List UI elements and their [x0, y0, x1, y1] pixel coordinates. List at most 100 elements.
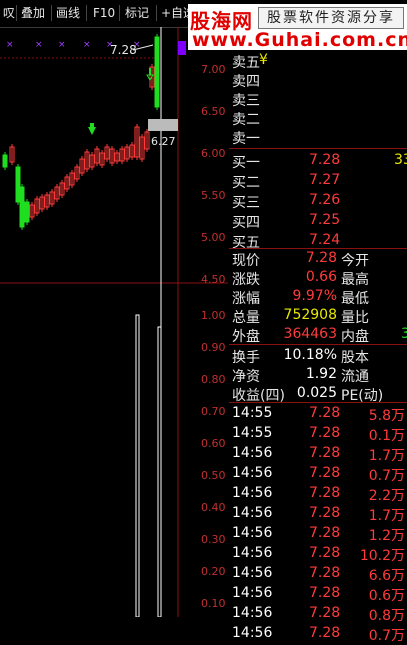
tick-price: 7.28: [309, 525, 341, 541]
tick-time: 14:55: [232, 425, 273, 441]
volume-tick-label: 0.60: [201, 437, 226, 450]
buy-level-price: 7.27: [309, 172, 341, 188]
volume-tick-label: 0.10: [201, 597, 226, 610]
toolbar-draw-button[interactable]: 画线: [53, 4, 83, 22]
tick-row[interactable]: 14:56 7.28 2.2万: [229, 483, 407, 504]
candle-body: [2, 154, 8, 168]
sell-level-row[interactable]: 卖四: [229, 69, 407, 90]
tick-volume: 10.2万: [359, 548, 405, 564]
toolbar-overlay-button[interactable]: 叠加: [18, 4, 48, 22]
buy-level-label: 买二: [232, 175, 260, 191]
tick-volume: 1.2万: [368, 528, 405, 544]
tick-volume: 0.6万: [368, 588, 405, 604]
tick-volume: 0.7万: [368, 468, 405, 484]
tick-time: 14:56: [232, 565, 273, 581]
sell-level-row[interactable]: 卖三: [229, 88, 407, 109]
tick-price: 7.28: [309, 485, 341, 501]
fundamental-row[interactable]: 换手 10.18% 股本: [229, 345, 407, 366]
tick-row[interactable]: 14:55 7.28 5.8万: [229, 403, 407, 424]
volume-tick-label: 1.00: [201, 309, 226, 322]
watermark-slogan: 股票软件资源分享: [258, 7, 404, 29]
tick-row[interactable]: 14:56 7.28 1.2万: [229, 523, 407, 544]
tick-volume: 2.2万: [368, 488, 405, 504]
tick-time: 14:56: [232, 525, 273, 541]
buy-level-label: 买三: [232, 195, 260, 211]
tick-volume: 0.1万: [368, 428, 405, 444]
candle-body: [154, 36, 160, 108]
quote-value-2: 3: [401, 326, 407, 342]
tick-volume: 1.7万: [368, 448, 405, 464]
buy-level-row[interactable]: 买四 7.25: [229, 210, 407, 231]
sell-level-row[interactable]: 卖五 ¥: [229, 50, 407, 71]
quote-row[interactable]: 现价 7.28 今开: [229, 248, 407, 269]
tick-time: 14:56: [232, 605, 273, 621]
fundamental-value: 10.18%: [283, 347, 337, 363]
quote-value: 752908: [283, 307, 337, 323]
tick-volume: 1.7万: [368, 508, 405, 524]
volume-tick-label: 0.70: [201, 405, 226, 418]
buy-level-price: 7.25: [309, 212, 341, 228]
sell-level-label: 卖一: [232, 131, 260, 147]
tick-time: 14:56: [232, 465, 273, 481]
fundamental-row[interactable]: 净资 1.92 流通: [229, 364, 407, 385]
fundamental-row[interactable]: 收益(四) 0.025 PE(动): [229, 383, 407, 404]
tick-price: 7.28: [309, 505, 341, 521]
tick-time: 14:56: [232, 585, 273, 601]
quote-value: 364463: [283, 326, 337, 342]
toolbar-f10-button[interactable]: F10: [90, 4, 118, 22]
tick-price: 7.28: [309, 465, 341, 481]
volume-tick-label: 0.90: [201, 341, 226, 354]
kline-chart-svg: × × × × × × 7.28 6.27 7.006.506.005.505.004.5…: [0, 27, 228, 618]
tick-price: 7.28: [309, 545, 341, 561]
tick-row[interactable]: 14:56 7.28 0.7万: [229, 463, 407, 484]
quote-value: 9.97%: [292, 288, 337, 304]
tick-row[interactable]: 14:56 7.28 1.7万: [229, 503, 407, 524]
kline-chart[interactable]: × × × × × × 7.28 6.27 7.00 6.50 6.00 5.50 5.00 4.5…: [0, 27, 228, 618]
tick-row[interactable]: 14:56 7.28 10.2万: [229, 543, 407, 564]
quote-row[interactable]: 涨跌 0.66 最高: [229, 267, 407, 288]
tick-price: 7.28: [309, 605, 341, 621]
tick-row[interactable]: 14:56 7.28 6.6万: [229, 563, 407, 584]
tick-price: 7.28: [309, 445, 341, 461]
fundamental-value: 1.92: [305, 366, 337, 382]
sell-level-row[interactable]: 卖一: [229, 126, 407, 147]
sell-level-row[interactable]: 卖二: [229, 107, 407, 128]
tick-row[interactable]: 14:55 7.28 0.1万: [229, 423, 407, 444]
tick-volume: 0.7万: [368, 628, 405, 644]
tick-row[interactable]: 14:56 7.28 0.7万: [229, 623, 407, 644]
buy-level-row[interactable]: 买二 7.27: [229, 170, 407, 191]
quote-label: 外盘: [232, 329, 260, 345]
buy-level-price: 7.24: [309, 232, 341, 248]
buy-level-volume: 33: [394, 152, 407, 168]
sell-level-price: ¥: [259, 52, 268, 68]
tick-price: 7.28: [309, 565, 341, 581]
price-tick-label: 6.00: [201, 147, 226, 160]
tick-time: 14:56: [232, 505, 273, 521]
tick-row[interactable]: 14:56 7.28 0.6万: [229, 583, 407, 604]
quote-row[interactable]: 外盘 364463 内盘 3: [229, 324, 407, 345]
tick-row[interactable]: 14:56 7.28 1.7万: [229, 443, 407, 464]
toolbar-mark-button[interactable]: 标记: [122, 4, 152, 22]
volume-bar: [157, 326, 162, 618]
tick-time: 14:56: [232, 545, 273, 561]
fundamental-value: 0.025: [296, 385, 337, 401]
tick-row[interactable]: 14:56 7.28 0.8万: [229, 603, 407, 624]
price-tick-label: 4.50: [201, 273, 226, 286]
buy-level-row[interactable]: 买一 7.28 33: [229, 150, 407, 171]
tick-price: 7.28: [309, 425, 341, 441]
volume-tick-label: 0.30: [201, 533, 226, 546]
quote-row[interactable]: 总量 752908 量比: [229, 305, 407, 326]
buy-level-row[interactable]: 买三 7.26: [229, 190, 407, 211]
down-arrow-icon: [88, 127, 96, 135]
quote-row[interactable]: 涨幅 9.97% 最低: [229, 286, 407, 307]
volume-tick-label: 0.50: [201, 469, 226, 482]
candle-body: [15, 166, 21, 203]
quote-value: 7.28: [305, 250, 337, 266]
tick-volume: 5.8万: [368, 408, 405, 424]
volume-tick-label: 0.20: [201, 565, 226, 578]
low-price-label: 6.27: [151, 135, 176, 148]
volume-bar: [135, 314, 140, 618]
quote-panel: 卖五¥卖四卖三卖二卖一 买一7.2833买二7.27买三7.26买四7.25买五…: [229, 50, 407, 644]
quote-value: 0.66: [305, 269, 337, 285]
marker-x: ×: [58, 40, 66, 50]
